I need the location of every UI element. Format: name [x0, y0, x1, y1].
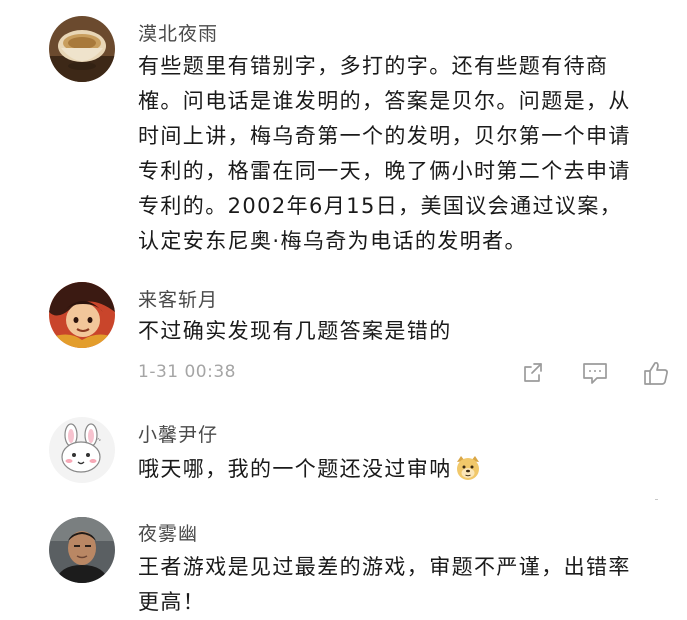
comment-text: 不过确实发现有几题答案是错的 — [138, 314, 673, 349]
comment-text-line: 有些题里有错别字，多打的字。还有些题有待商 — [138, 54, 609, 78]
comment-author[interactable]: 来客斩月 — [138, 285, 218, 312]
like-icon[interactable] — [641, 358, 671, 388]
comment-meta-bar: 1-31 00:38 — [138, 358, 687, 388]
comment-text-line: 专利的。2002年6月15日，美国议会通过议案， — [138, 194, 623, 218]
comment-text: 哦天哪，我的一个题还没过审呐 — [138, 452, 673, 487]
comment-author[interactable]: 夜雾幽 — [138, 519, 198, 546]
comment-text-line: 时间上讲，梅乌奇第一个的发明，贝尔第一个申请 — [138, 124, 631, 148]
comment-text-line: 不过确实发现有几题答案是错的 — [138, 319, 452, 343]
comment-author[interactable]: 漠北夜雨 — [138, 19, 218, 46]
anime-character-avatar[interactable] — [49, 282, 115, 348]
comment-text-line: 王者游戏是见过最差的游戏，审题不严谨，出错率 — [138, 555, 631, 579]
svg-text:∿: ∿ — [97, 437, 101, 443]
comment-text-line: 更高！ — [138, 590, 206, 614]
teacup-avatar[interactable] — [49, 16, 115, 82]
comment-author[interactable]: 小馨尹仔 — [138, 420, 218, 447]
comment-timestamp: 1-31 00:38 — [138, 362, 236, 382]
comment-text-line: 认定安东尼奥·梅乌奇为电话的发明者。 — [138, 229, 527, 253]
doge-emoji-icon — [454, 454, 482, 482]
comment-text-line: 哦天哪，我的一个题还没过审呐 — [138, 452, 673, 487]
comment-text-line: 榷。问电话是谁发明的，答案是贝尔。问题是，从 — [138, 89, 631, 113]
comment-text-line: 专利的，格雷在同一天，晚了俩小时第二个去申请 — [138, 159, 631, 183]
comment-text: 有些题里有错别字，多打的字。还有些题有待商 榷。问电话是谁发明的，答案是贝尔。问… — [138, 49, 673, 259]
man-photo-avatar[interactable] — [49, 517, 115, 583]
comment-text-content: 哦天哪，我的一个题还没过审呐 — [138, 457, 452, 481]
share-icon[interactable] — [518, 358, 548, 388]
comment-text: 王者游戏是见过最差的游戏，审题不严谨，出错率 更高！ — [138, 550, 673, 620]
divider — [655, 499, 658, 500]
comment-icon[interactable] — [580, 358, 610, 388]
cartoon-bunny-avatar[interactable]: ∿ — [49, 417, 115, 483]
